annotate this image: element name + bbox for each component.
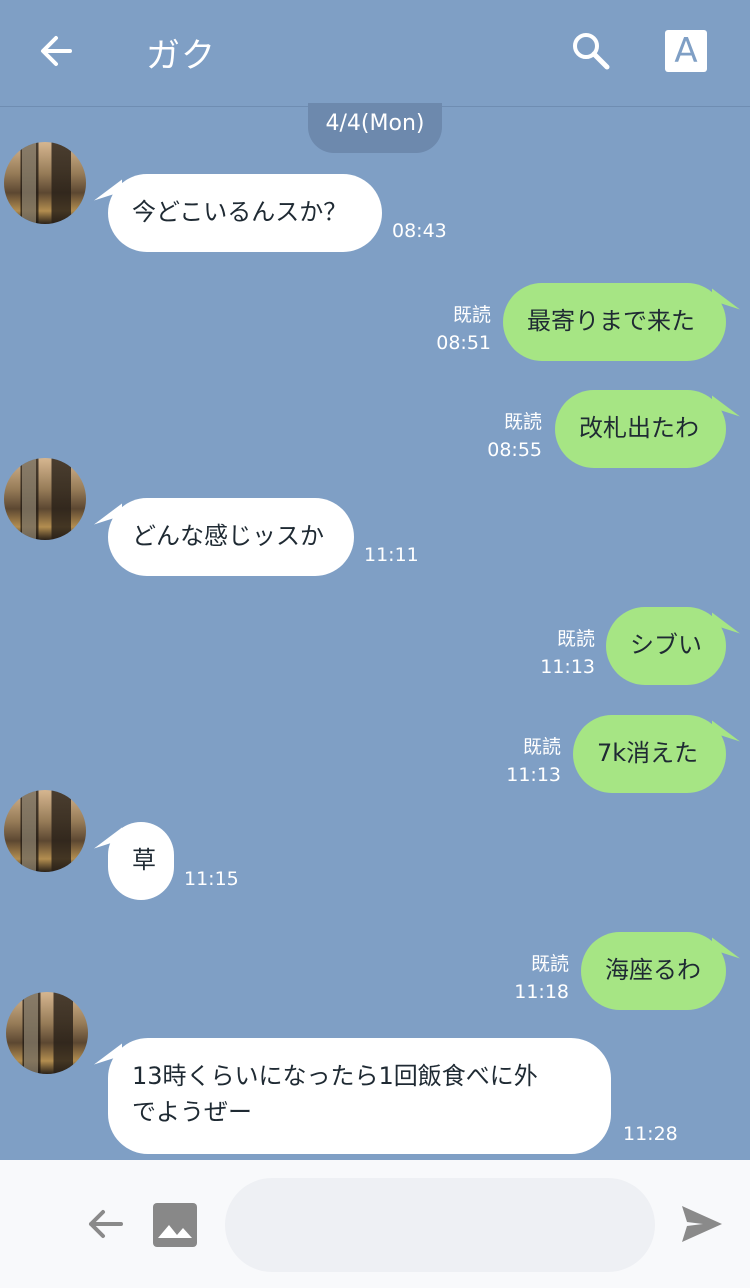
message-time: 11:11 [364, 544, 419, 566]
message-time: 11:15 [184, 868, 239, 890]
back-button[interactable] [36, 30, 78, 72]
message-text: 今どこいるんスか？ [132, 198, 348, 226]
message-time: 11:28 [623, 1123, 678, 1145]
send-button[interactable] [678, 1202, 726, 1246]
read-receipt: 既読 [452, 304, 491, 326]
search-icon [573, 33, 610, 70]
message-text: シブい [630, 631, 702, 659]
message-input[interactable] [225, 1178, 655, 1272]
outgoing-message-bubble: 海座るわ [581, 932, 726, 1010]
read-receipt: 既読 [503, 411, 542, 433]
outgoing-message-bubble: 最寄りまで来た [503, 283, 726, 361]
outgoing-message-bubble: 7k消えた [573, 715, 726, 793]
message-text: どんな感じッスか [132, 522, 324, 550]
incoming-message-bubble: 今どこいるんスか？ [108, 174, 382, 252]
outgoing-message-bubble: 改札出たわ [555, 390, 726, 468]
search-button[interactable] [568, 28, 612, 72]
incoming-message-bubble: 草 [108, 822, 174, 900]
contact-avatar[interactable] [4, 458, 86, 540]
contact-avatar[interactable] [4, 790, 86, 872]
incoming-message-bubble: 13時くらいになったら1回飯食べに外 でようぜー [108, 1038, 611, 1154]
message-time: 11:13 [506, 764, 561, 786]
message-text: 改札出たわ [579, 414, 699, 442]
message-text-line: 13時くらいになったら1回飯食べに外 [132, 1062, 538, 1090]
message-meta: 既読 11:13 [502, 733, 561, 789]
message-text-line: でようぜー [132, 1098, 252, 1126]
chat-title: ガク [146, 36, 216, 76]
chat-header: ガク A [0, 0, 750, 107]
message-composer [0, 1160, 750, 1288]
message-time: 11:18 [514, 981, 569, 1003]
arrow-left-icon [41, 36, 72, 66]
date-separator: 4/4(Mon) [308, 103, 442, 153]
message-time: 08:43 [392, 220, 447, 242]
send-icon [682, 1206, 722, 1242]
message-time: 08:51 [436, 332, 491, 354]
image-icon [153, 1203, 197, 1247]
message-text: 7k消えた [597, 739, 699, 767]
message-time: 08:55 [487, 439, 542, 461]
read-receipt: 既読 [556, 628, 595, 650]
contact-avatar[interactable] [6, 992, 88, 1074]
font-size-button[interactable]: A [665, 30, 707, 72]
contact-avatar[interactable] [4, 142, 86, 224]
message-text: 草 [132, 846, 156, 874]
message-text: 最寄りまで来た [527, 307, 695, 335]
read-receipt: 既読 [522, 736, 561, 758]
read-receipt: 既読 [530, 953, 569, 975]
message-meta: 既読 11:18 [510, 950, 569, 1006]
message-meta: 既読 08:51 [429, 301, 491, 357]
incoming-message-bubble: どんな感じッスか [108, 498, 354, 576]
composer-back-button[interactable] [83, 1202, 127, 1246]
outgoing-message-bubble: シブい [606, 607, 726, 685]
arrow-left-icon [89, 1210, 123, 1238]
message-text: 海座るわ [605, 956, 701, 984]
message-meta: 既読 08:55 [480, 408, 542, 464]
image-button[interactable] [150, 1200, 200, 1250]
date-text: 4/4(Mon) [325, 111, 425, 136]
message-time: 11:13 [540, 656, 595, 678]
message-meta: 既読 11:13 [536, 625, 595, 681]
